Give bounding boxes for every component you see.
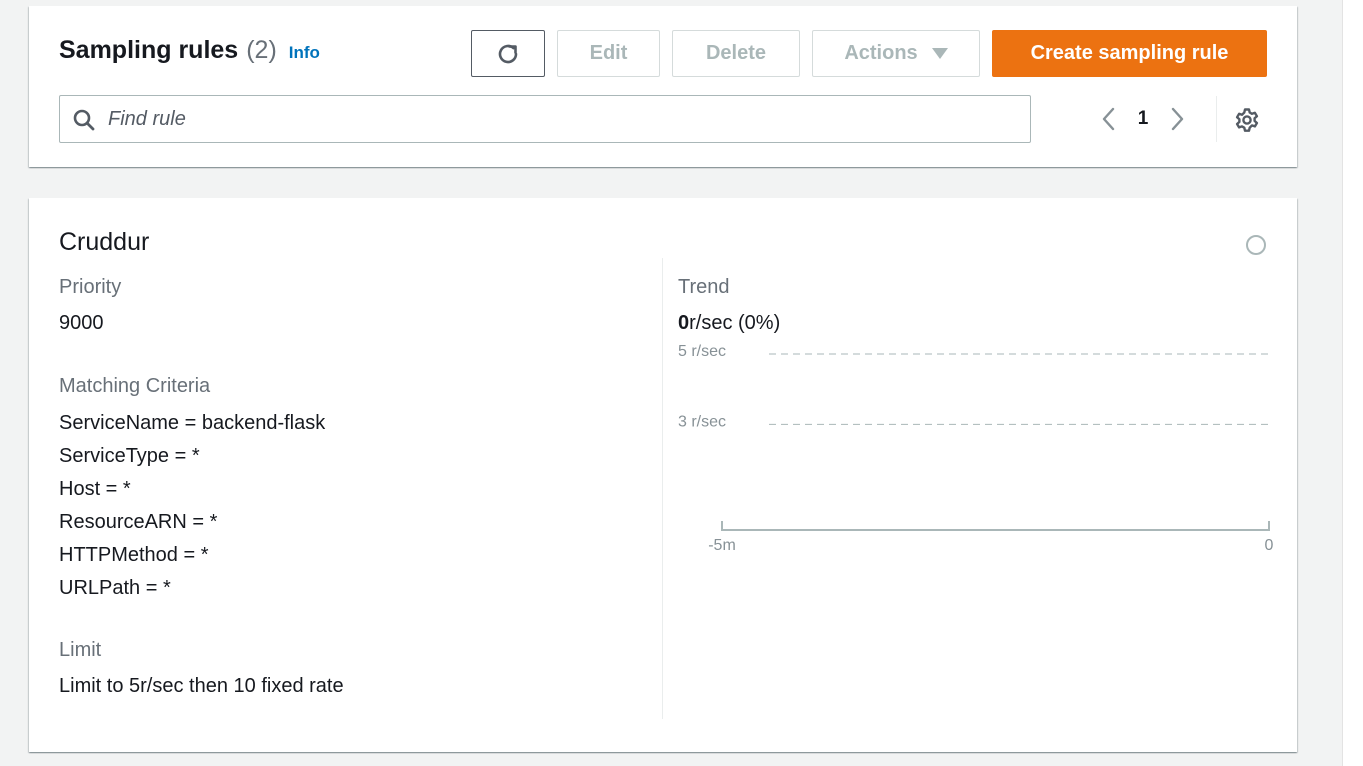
- edit-button[interactable]: Edit: [557, 30, 660, 77]
- actions-dropdown[interactable]: Actions: [812, 30, 980, 77]
- right-gutter: [1342, 0, 1363, 766]
- info-link[interactable]: Info: [289, 43, 320, 63]
- criteria-item: URLPath = *: [59, 577, 171, 599]
- priority-label: Priority: [59, 276, 122, 298]
- caret-down-icon: [931, 48, 948, 59]
- refresh-button[interactable]: [471, 30, 545, 77]
- x-axis: [721, 521, 1270, 531]
- actions-label: Actions: [844, 42, 918, 64]
- criteria-item: ResourceARN = *: [59, 511, 218, 533]
- gear-icon: [1235, 108, 1259, 132]
- limit-label: Limit: [59, 639, 102, 661]
- limit-value: Limit to 5r/sec then 10 fixed rate: [59, 675, 344, 697]
- trend-value: 0: [678, 312, 690, 334]
- chevron-right-icon: [1171, 107, 1184, 131]
- rule-count: (2): [246, 36, 277, 64]
- rule-name: Cruddur: [59, 228, 150, 256]
- page-title: Sampling rules: [59, 36, 239, 64]
- search-icon: [73, 109, 95, 131]
- criteria-item: ServiceType = *: [59, 445, 200, 467]
- trend-label: Trend: [678, 276, 730, 298]
- x-tick-label: 0: [1265, 537, 1274, 554]
- delete-button[interactable]: Delete: [672, 30, 800, 77]
- title-row: Sampling rules (2) Info: [59, 36, 320, 65]
- search-input[interactable]: [108, 102, 1008, 136]
- trend-suffix: r/sec (0%): [689, 312, 781, 334]
- create-sampling-rule-button[interactable]: Create sampling rule: [992, 30, 1267, 77]
- rule-card[interactable]: Cruddur Priority 9000 Matching Criteria …: [29, 198, 1297, 752]
- pagination: 1: [1092, 102, 1194, 136]
- criteria-item: ServiceName = backend-flask: [59, 412, 326, 434]
- x-tick-label: -5m: [708, 537, 736, 554]
- matching-criteria-label: Matching Criteria: [59, 375, 211, 397]
- rule-select-radio[interactable]: [1246, 235, 1266, 255]
- matching-criteria-list: ServiceName = backend-flask ServiceType …: [59, 411, 325, 609]
- search-box[interactable]: [59, 95, 1031, 143]
- criteria-item: Host = *: [59, 478, 131, 500]
- criteria-item: HTTPMethod = *: [59, 544, 209, 566]
- pager-divider: [1216, 96, 1217, 142]
- trend-rate: 0r/sec (0%): [678, 312, 780, 335]
- priority-value: 9000: [59, 312, 104, 334]
- next-page-button[interactable]: [1160, 102, 1194, 136]
- preferences-button[interactable]: [1232, 105, 1262, 135]
- previous-page-button[interactable]: [1092, 102, 1126, 136]
- trend-chart: 5 r/sec 3 r/sec -5m 0: [678, 343, 1274, 554]
- y-gridline-label: 5 r/sec: [678, 343, 726, 360]
- sampling-rules-header: Sampling rules (2) Info Edit Delete Acti…: [29, 6, 1297, 167]
- current-page[interactable]: 1: [1126, 108, 1160, 130]
- chevron-left-icon: [1102, 107, 1115, 131]
- column-divider: [662, 258, 663, 719]
- y-gridline-label: 3 r/sec: [678, 413, 726, 430]
- refresh-icon: [498, 44, 518, 63]
